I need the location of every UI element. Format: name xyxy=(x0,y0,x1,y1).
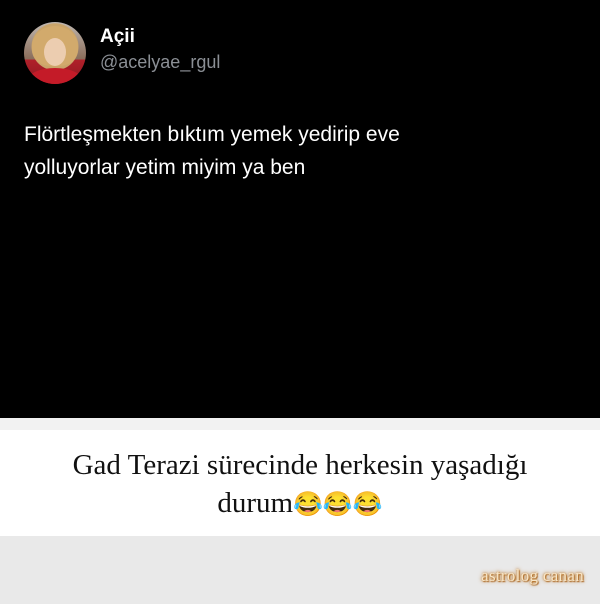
author-name[interactable]: Açii xyxy=(100,26,135,48)
tweet-text-line-2: yolluyorlar yetim miyim ya ben xyxy=(24,156,306,179)
caption-line-2: durum😂😂😂 xyxy=(0,484,600,524)
tweet-card: Açii @acelyae_rgul Flörtleşmekten bıktım… xyxy=(0,0,600,418)
caption-line-2-text: durum xyxy=(217,487,294,519)
avatar-shirt xyxy=(28,68,82,84)
tweet-text: Flörtleşmekten bıktım yemek yedirip eve … xyxy=(24,118,564,184)
laughing-emoji-icon: 😂😂😂 xyxy=(293,492,383,518)
avatar[interactable] xyxy=(24,22,86,84)
avatar-face xyxy=(44,38,66,66)
watermark: astrolog canan xyxy=(481,566,584,585)
caption-line-1: Gad Terazi sürecinde herkesin yaşadığı xyxy=(72,449,528,481)
caption: Gad Terazi sürecinde herkesin yaşadığı d… xyxy=(0,446,600,524)
author-handle[interactable]: @acelyae_rgul xyxy=(100,52,220,73)
tweet-text-line-1: Flörtleşmekten bıktım yemek yedirip eve xyxy=(24,123,400,146)
caption-divider xyxy=(0,418,600,430)
